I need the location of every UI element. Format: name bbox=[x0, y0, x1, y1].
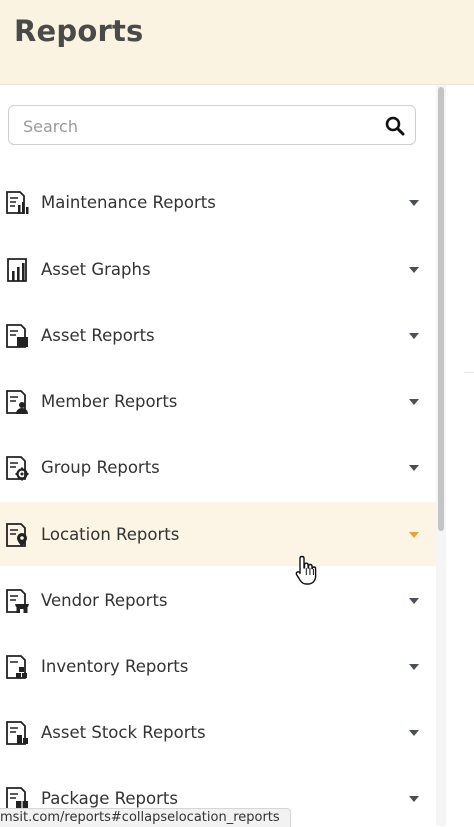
chevron-down-icon[interactable] bbox=[409, 664, 419, 670]
divider bbox=[464, 372, 474, 373]
content-pane bbox=[446, 85, 474, 826]
chevron-down-icon[interactable] bbox=[409, 465, 419, 471]
chevron-down-icon[interactable] bbox=[409, 796, 419, 802]
menu-item-label: Asset Graphs bbox=[41, 260, 151, 279]
menu-item-vendor-reports[interactable]: Vendor Reports bbox=[0, 568, 436, 632]
asset-stock-report-icon bbox=[6, 721, 28, 745]
status-bar-url: msit.com/reports#collapselocation_report… bbox=[0, 808, 291, 827]
menu-item-label: Asset Reports bbox=[41, 326, 155, 345]
menu-item-label: Vendor Reports bbox=[41, 591, 168, 610]
location-report-icon bbox=[6, 523, 27, 547]
chevron-down-icon[interactable] bbox=[409, 399, 419, 405]
member-report-icon bbox=[6, 390, 28, 414]
page-title: Reports bbox=[14, 14, 144, 48]
menu-item-label: Location Reports bbox=[41, 525, 180, 544]
inventory-report-icon bbox=[6, 655, 27, 679]
maintenance-report-icon bbox=[6, 191, 29, 214]
menu-item-asset-stock-reports[interactable]: Asset Stock Reports bbox=[0, 700, 436, 764]
menu-item-label: Inventory Reports bbox=[41, 657, 189, 676]
vendor-report-icon bbox=[6, 589, 29, 613]
search-box bbox=[8, 105, 416, 146]
chevron-down-icon[interactable] bbox=[409, 200, 419, 206]
search-icon[interactable] bbox=[385, 116, 405, 136]
menu-item-location-reports[interactable]: Location Reports bbox=[0, 502, 436, 566]
chevron-down-icon[interactable] bbox=[409, 532, 419, 538]
menu-item-asset-reports[interactable]: Asset Reports bbox=[0, 303, 436, 367]
chevron-down-icon[interactable] bbox=[409, 267, 419, 273]
menu-item-group-reports[interactable]: Group Reports bbox=[0, 435, 436, 499]
chevron-down-icon[interactable] bbox=[409, 730, 419, 736]
sidebar-scrollbar-thumb[interactable] bbox=[438, 87, 444, 531]
reports-sidebar: Maintenance Reports Asset Graphs Asset R… bbox=[0, 85, 436, 826]
menu-item-label: Maintenance Reports bbox=[41, 193, 216, 212]
menu-item-inventory-reports[interactable]: Inventory Reports bbox=[0, 634, 436, 698]
page-header: Reports bbox=[0, 0, 474, 85]
menu-item-asset-graphs[interactable]: Asset Graphs bbox=[0, 237, 436, 301]
menu-item-label: Member Reports bbox=[41, 392, 178, 411]
chevron-down-icon[interactable] bbox=[409, 598, 419, 604]
menu-item-label: Group Reports bbox=[41, 458, 160, 477]
menu-item-member-reports[interactable]: Member Reports bbox=[0, 369, 436, 433]
menu-item-label: Asset Stock Reports bbox=[41, 723, 206, 742]
asset-report-icon bbox=[6, 324, 28, 348]
group-report-icon bbox=[6, 456, 29, 481]
hand-cursor-icon bbox=[295, 555, 317, 585]
chevron-down-icon[interactable] bbox=[409, 333, 419, 339]
asset-graph-icon bbox=[7, 258, 27, 282]
menu-item-maintenance-reports[interactable]: Maintenance Reports bbox=[0, 170, 436, 234]
search-input[interactable] bbox=[21, 106, 375, 146]
